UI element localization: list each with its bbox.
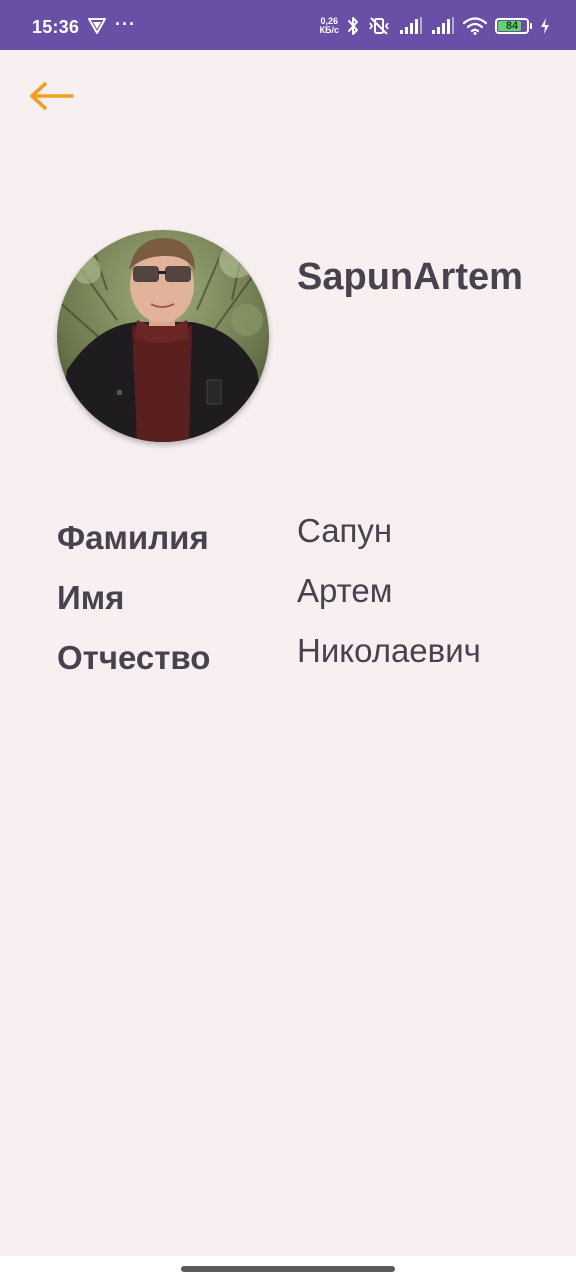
status-icons: 0,26 КБ/с 84	[320, 14, 550, 38]
bluetooth-icon	[348, 17, 358, 35]
vpn-icon	[88, 18, 106, 34]
signal-icon	[400, 17, 422, 34]
status-time: 15:36	[32, 17, 80, 37]
patronymic-label: Отчество	[57, 639, 211, 676]
battery-icon: 84	[495, 18, 532, 34]
profile-photo	[57, 230, 269, 442]
lastname-label: Фамилия	[57, 519, 209, 556]
info-row-patronymic: Отчество Николаевич	[57, 632, 537, 682]
lastname-value: Сапун	[297, 512, 393, 549]
battery-level: 84	[505, 20, 519, 32]
status-bar: 15:36 ··· 0,26 КБ/с 84	[0, 0, 576, 50]
network-speed-unit: КБ/с	[319, 25, 339, 35]
wifi-icon	[463, 17, 487, 35]
info-row-lastname: Фамилия Сапун	[57, 512, 537, 562]
battery-cap	[530, 23, 532, 29]
firstname-value: Артем	[297, 572, 393, 609]
navigation-bar	[0, 1256, 576, 1280]
muted-vibrate-icon	[369, 17, 389, 35]
signal-icon	[432, 17, 454, 34]
firstname-label: Имя	[57, 579, 125, 616]
back-button[interactable]	[26, 76, 76, 116]
avatar	[57, 230, 269, 442]
arrow-left-icon	[30, 82, 74, 110]
network-speed: 0,26 КБ/с	[320, 17, 339, 35]
username: SapunArtem	[297, 256, 523, 298]
more-notifications-icon: ···	[115, 14, 136, 34]
info-row-firstname: Имя Артем	[57, 572, 537, 622]
patronymic-value: Николаевич	[297, 632, 481, 669]
charging-icon	[541, 18, 549, 34]
home-indicator[interactable]	[181, 1266, 395, 1272]
battery-body: 84	[495, 18, 529, 34]
